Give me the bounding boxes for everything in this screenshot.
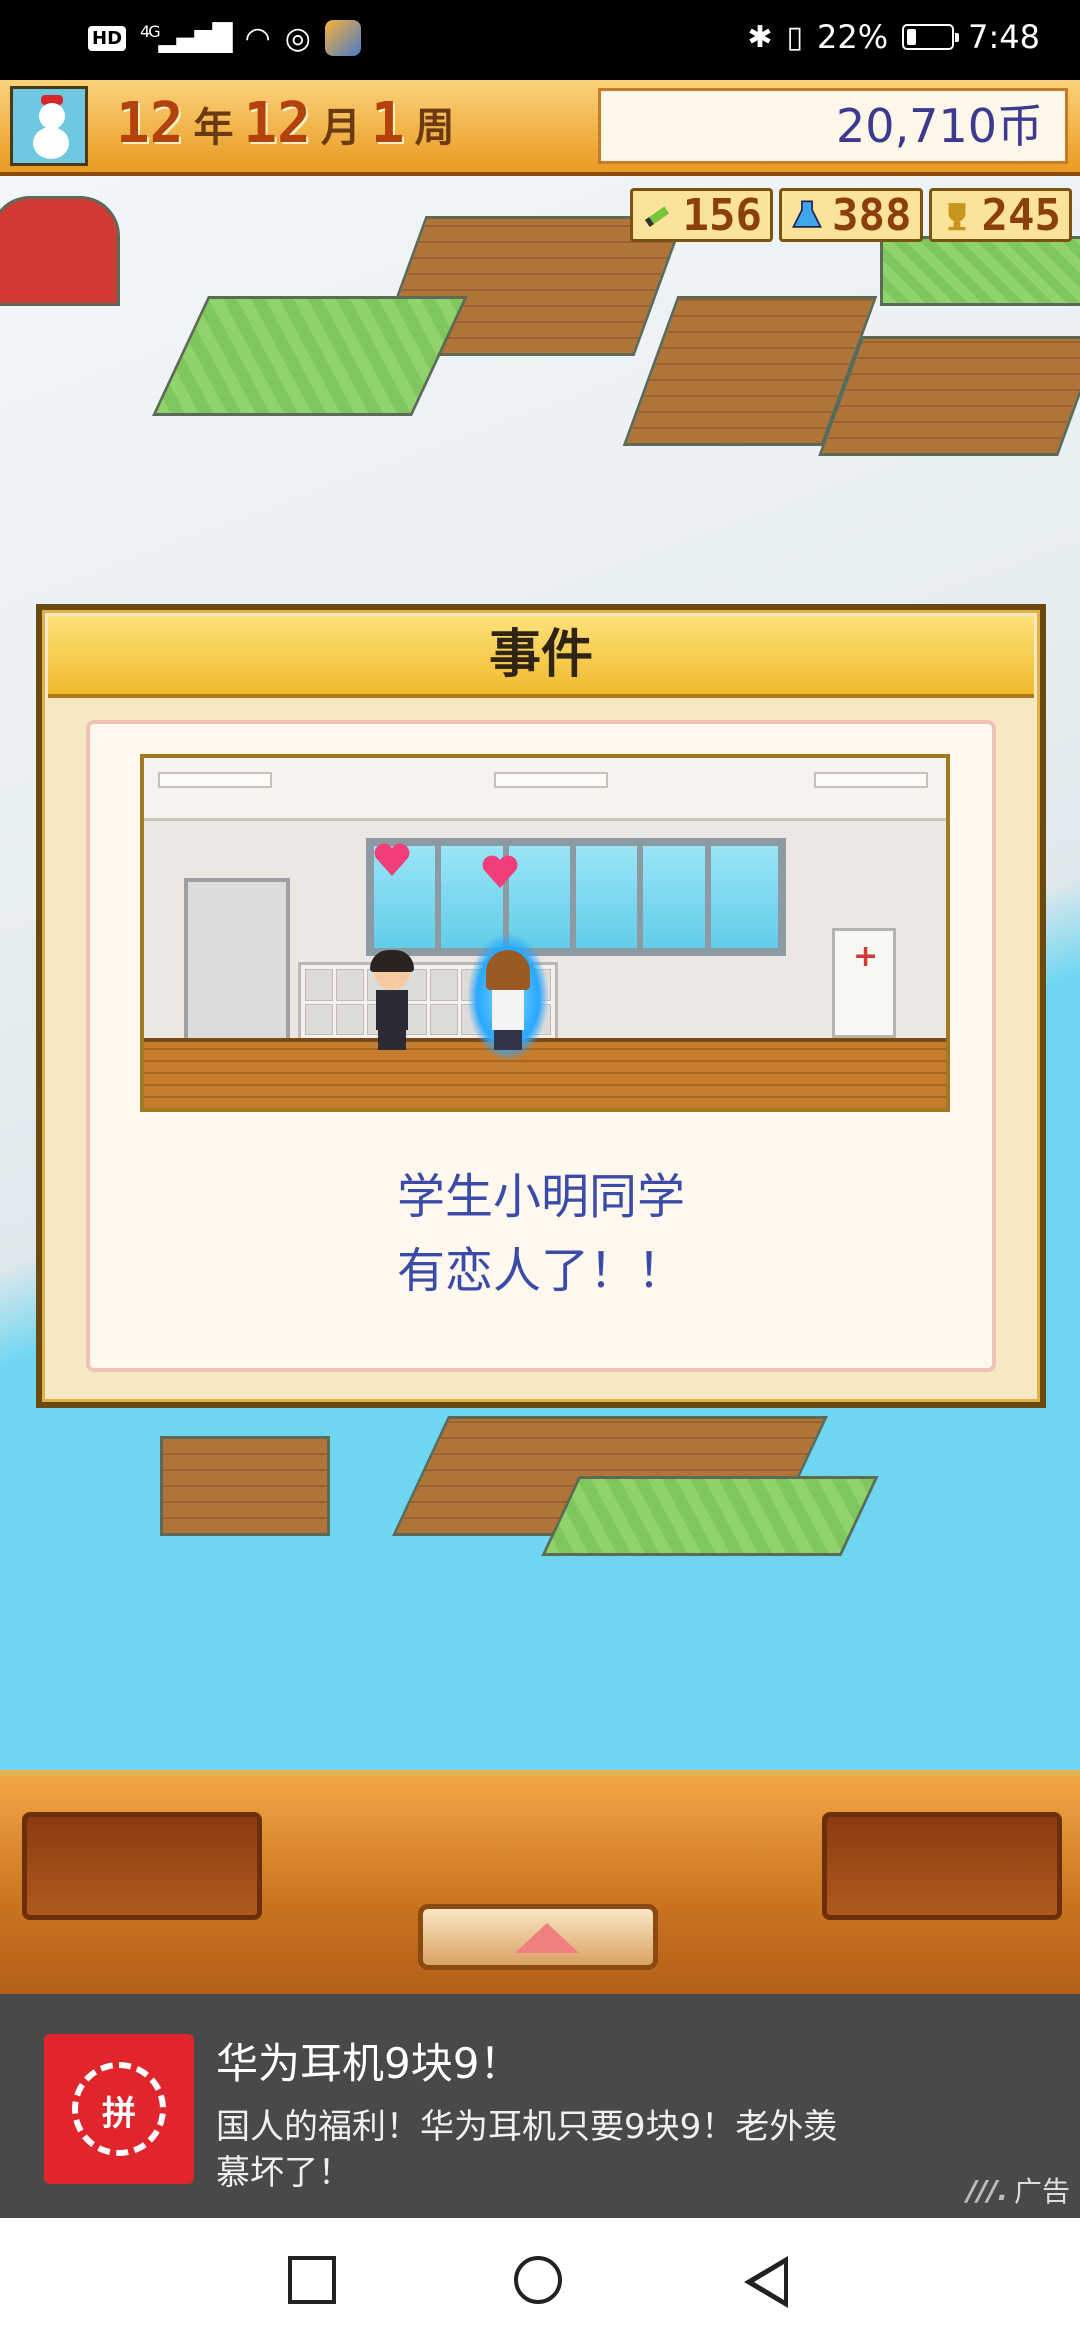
bluetooth-icon: ✱ bbox=[747, 19, 773, 55]
clock: 7:48 bbox=[968, 18, 1040, 56]
research-count: 388 bbox=[832, 189, 912, 241]
boy-student-sprite bbox=[364, 950, 420, 1050]
month-value: 12 bbox=[243, 91, 311, 156]
sync-icon: ◎ bbox=[284, 20, 311, 56]
month-unit: 月 bbox=[320, 105, 361, 151]
research-resource: 388 bbox=[779, 188, 923, 242]
dialog-title: 事件 bbox=[48, 616, 1034, 698]
ad-tag-text: 广告 bbox=[1013, 2175, 1070, 2208]
event-message: 学生小明同学 有恋人了！！ bbox=[90, 1160, 992, 1308]
system-nav-bar bbox=[0, 2218, 1080, 2340]
trophy-icon bbox=[948, 203, 966, 231]
back-button[interactable] bbox=[744, 2256, 788, 2308]
girl-student-sprite bbox=[480, 950, 536, 1050]
ad-label: ///. 广告 bbox=[967, 2170, 1070, 2210]
flask-icon bbox=[792, 200, 823, 228]
battery-percent: 22% bbox=[817, 18, 889, 56]
pencil-icon bbox=[644, 206, 669, 227]
pencil-count: 156 bbox=[682, 189, 763, 241]
year-value: 12 bbox=[116, 91, 184, 156]
app-notification-icon bbox=[324, 20, 361, 56]
ad-title[interactable]: 华为耳机9块9！ bbox=[216, 2030, 521, 2091]
game-bottom-bar bbox=[0, 1770, 1080, 1994]
message-line-2: 有恋人了！！ bbox=[396, 1243, 685, 1299]
week-value: 1 bbox=[370, 91, 405, 156]
arrow-up-icon bbox=[515, 1923, 579, 1953]
event-dialog[interactable]: 事件 + 学生小明同学 有恋人了！！ bbox=[36, 604, 1046, 1408]
small-building[interactable] bbox=[160, 1436, 330, 1536]
week-unit: 周 bbox=[414, 105, 455, 151]
battery-icon bbox=[902, 24, 960, 50]
signal-icon: 4G▂▄▆█ bbox=[140, 22, 233, 54]
money-display: 20,710币 bbox=[598, 88, 1068, 164]
pencil-resource: 156 bbox=[629, 188, 774, 242]
trophy-resource: 245 bbox=[928, 188, 1072, 242]
left-menu-slot[interactable] bbox=[22, 1812, 262, 1920]
snowman-season-icon[interactable] bbox=[10, 86, 88, 166]
expand-menu-button[interactable] bbox=[418, 1904, 658, 1970]
classroom-1-1[interactable] bbox=[818, 336, 1080, 456]
logo-text: 拼 bbox=[102, 2094, 136, 2134]
building-roof[interactable] bbox=[0, 196, 120, 306]
status-bar: HD 4G▂▄▆█ ◠ ◎ ✱ ▯ 22% 7:48 bbox=[0, 0, 1080, 80]
heart-icon bbox=[482, 855, 518, 888]
vibrate-icon: ▯ bbox=[786, 19, 804, 55]
heart-icon bbox=[374, 843, 410, 876]
resource-bar: 156 388 245 bbox=[629, 188, 1072, 242]
right-menu-slot[interactable] bbox=[822, 1812, 1062, 1920]
message-line-1: 学生小明同学 bbox=[396, 1169, 685, 1225]
home-button[interactable] bbox=[514, 2256, 562, 2304]
dialog-body: 学生小明同学 有恋人了！！ bbox=[86, 720, 996, 1372]
recents-button[interactable] bbox=[288, 2256, 336, 2304]
game-date: 12 年 12 月 1 周 bbox=[116, 92, 455, 156]
pinduoduo-logo[interactable]: 拼 bbox=[44, 2034, 194, 2184]
hd-badge: HD bbox=[88, 25, 127, 51]
wifi-icon: ◠ bbox=[244, 20, 271, 56]
event-scene-image bbox=[140, 754, 950, 1112]
sports-field[interactable] bbox=[880, 236, 1080, 306]
year-unit: 年 bbox=[193, 105, 234, 151]
trophy-count: 245 bbox=[981, 189, 1061, 241]
ad-mark-icon: ///. bbox=[966, 2173, 1008, 2207]
game-top-bar: 12 年 12 月 1 周 20,710币 bbox=[0, 80, 1080, 176]
ad-banner[interactable]: 拼 华为耳机9块9！ 国人的福利！华为耳机只要9块9！老外羡慕坏了！ ///. … bbox=[0, 1994, 1080, 2218]
garden-lawn[interactable] bbox=[541, 1476, 879, 1556]
ad-description[interactable]: 国人的福利！华为耳机只要9块9！老外羡慕坏了！ bbox=[216, 2104, 866, 2196]
